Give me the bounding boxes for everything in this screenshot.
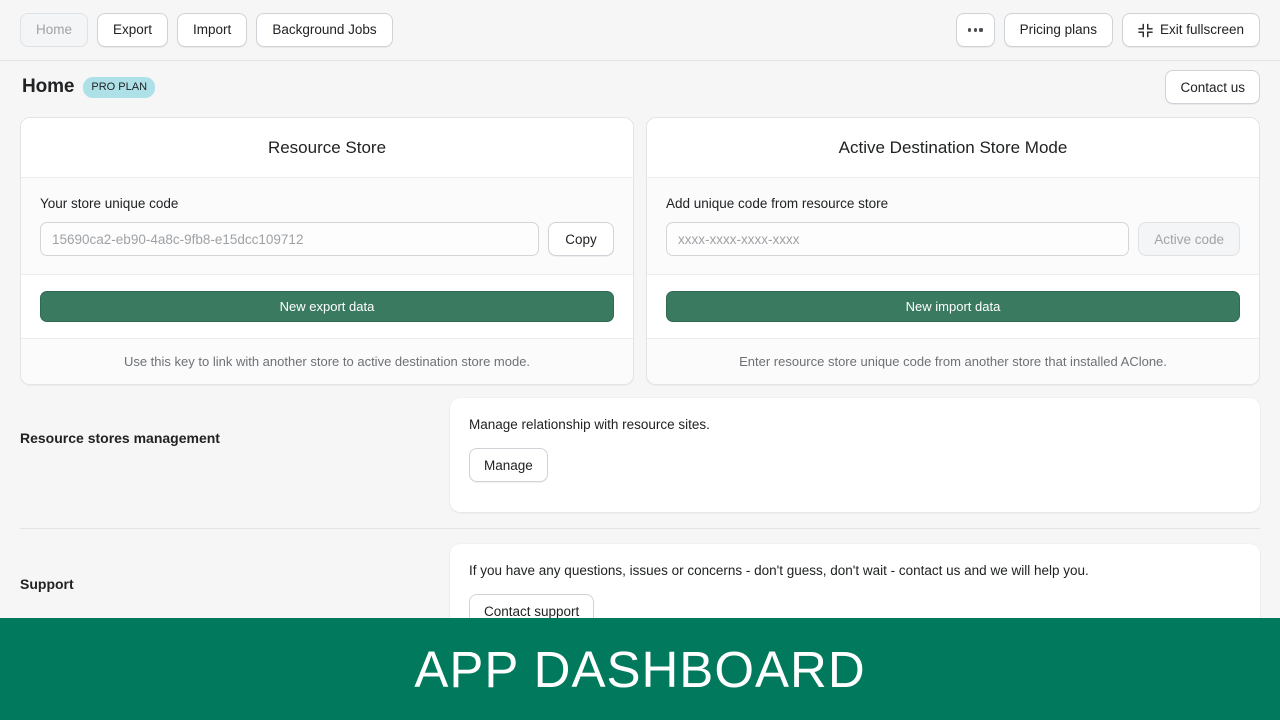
- store-code-label: Your store unique code: [40, 196, 179, 211]
- nav-button-export[interactable]: Export: [97, 13, 169, 47]
- resource-store-card-header: Resource Store: [21, 118, 633, 178]
- section-divider: [20, 528, 1260, 529]
- resource-store-card: Resource Store Your store unique code Co…: [20, 117, 634, 385]
- nav-button-background-jobs[interactable]: Background Jobs: [256, 13, 393, 47]
- page-header: Home PRO PLAN Contact us: [0, 61, 1280, 113]
- pricing-plans-button[interactable]: Pricing plans: [1003, 13, 1113, 47]
- nav-button-import[interactable]: Import: [177, 13, 248, 47]
- toolbar-actions-group: Pricing plans Exit fullscreen: [956, 13, 1260, 47]
- resource-stores-management-card: Manage relationship with resource sites.…: [450, 398, 1260, 512]
- store-code-row: Copy: [40, 222, 614, 256]
- destination-store-title: Active Destination Store Mode: [838, 137, 1068, 157]
- app-dashboard-banner: APP DASHBOARD: [0, 618, 1280, 720]
- new-export-data-button[interactable]: New export data: [40, 291, 614, 322]
- destination-store-card-action: New import data: [647, 275, 1259, 339]
- more-options-button[interactable]: [956, 13, 995, 47]
- resource-stores-management-description: Manage relationship with resource sites.: [469, 417, 710, 432]
- copy-code-button[interactable]: Copy: [548, 222, 614, 256]
- plan-badge: PRO PLAN: [83, 76, 156, 98]
- destination-code-label: Add unique code from resource store: [666, 196, 889, 211]
- app-dashboard-banner-text: APP DASHBOARD: [414, 640, 866, 698]
- top-toolbar: Home Export Import Background Jobs Prici…: [0, 0, 1280, 61]
- toolbar-nav-group: Home Export Import Background Jobs: [20, 13, 393, 47]
- section-title-resource-stores-management: Resource stores management: [20, 430, 220, 446]
- new-import-data-button[interactable]: New import data: [666, 291, 1240, 322]
- resource-store-card-action: New export data: [21, 275, 633, 339]
- store-unique-code-input[interactable]: [40, 222, 539, 256]
- section-resource-stores-management: Resource stores management Manage relati…: [0, 398, 1280, 512]
- destination-store-card-body: Add unique code from resource store Acti…: [647, 178, 1259, 275]
- manage-button[interactable]: Manage: [469, 448, 548, 482]
- resource-store-card-body: Your store unique code Copy: [21, 178, 633, 275]
- section-title-support: Support: [20, 576, 74, 592]
- resource-store-card-footer: Use this key to link with another store …: [21, 339, 633, 384]
- exit-fullscreen-label: Exit fullscreen: [1159, 22, 1244, 37]
- contact-us-button[interactable]: Contact us: [1165, 70, 1260, 104]
- card-grid: Resource Store Your store unique code Co…: [0, 117, 1280, 385]
- support-description: If you have any questions, issues or con…: [469, 563, 1089, 578]
- destination-store-card: Active Destination Store Mode Add unique…: [646, 117, 1260, 385]
- exit-fullscreen-icon: [1138, 23, 1153, 38]
- exit-fullscreen-button[interactable]: Exit fullscreen: [1121, 13, 1260, 47]
- destination-store-card-header: Active Destination Store Mode: [647, 118, 1259, 178]
- active-code-button[interactable]: Active code: [1138, 222, 1240, 256]
- ellipsis-icon: [968, 28, 983, 32]
- resource-store-title: Resource Store: [267, 137, 387, 157]
- nav-button-home[interactable]: Home: [20, 13, 89, 47]
- destination-code-input[interactable]: [666, 222, 1130, 256]
- destination-store-card-footer: Enter resource store unique code from an…: [647, 339, 1259, 384]
- page-title: Home: [22, 76, 75, 97]
- destination-code-row: Active code: [666, 222, 1240, 256]
- page-title-group: Home PRO PLAN: [22, 76, 156, 98]
